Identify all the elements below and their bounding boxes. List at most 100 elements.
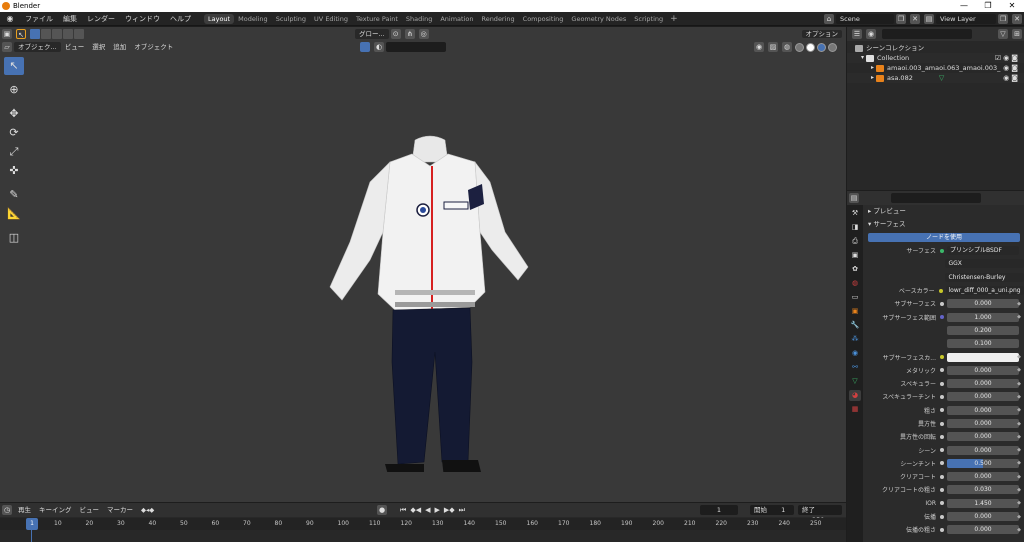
- timeline-menu-playback[interactable]: 再生: [14, 505, 35, 515]
- particles-tab-icon[interactable]: ⁂: [849, 334, 861, 345]
- tab-animation[interactable]: Animation: [436, 14, 477, 24]
- tab-layout[interactable]: Layout: [204, 13, 235, 24]
- rendered-shading-icon[interactable]: [828, 42, 837, 52]
- maximize-button[interactable]: ❐: [976, 0, 1000, 12]
- toggle-xray-icon[interactable]: ▨: [768, 42, 778, 52]
- view-layer-tab-icon[interactable]: ▣: [849, 250, 861, 261]
- pivot-icon[interactable]: ⊙: [390, 29, 401, 39]
- tab-uv-editing[interactable]: UV Editing: [310, 14, 352, 24]
- auto-key-icon[interactable]: ●: [377, 505, 387, 515]
- end-frame-field[interactable]: 終了 250: [798, 505, 842, 524]
- transmission-roughness-field[interactable]: 0.000: [947, 525, 1019, 535]
- timeline-menu-marker[interactable]: マーカー: [103, 505, 137, 515]
- collection-row[interactable]: ▾ Collection ☑◉◙: [847, 53, 1024, 63]
- scene-tab-icon[interactable]: ✿: [849, 264, 861, 275]
- collection-tab-icon[interactable]: ▭: [849, 292, 861, 303]
- distribution-dropdown[interactable]: GGX: [945, 259, 1024, 269]
- collection-visibility-icons[interactable]: ☑◉◙: [995, 53, 1020, 63]
- subsurface-method-dropdown[interactable]: Christensen-Burley: [945, 272, 1024, 282]
- tab-compositing[interactable]: Compositing: [519, 14, 568, 24]
- select-subtract-icon[interactable]: [52, 29, 62, 39]
- object-tab-icon[interactable]: ▣: [849, 306, 861, 317]
- prev-keyframe-icon[interactable]: ◆◀: [410, 505, 421, 515]
- overlay-icon[interactable]: ◐: [374, 42, 384, 52]
- sheen-tint-field[interactable]: 0.500: [947, 458, 1019, 468]
- wireframe-shading-icon[interactable]: [795, 42, 804, 52]
- data-tab-icon[interactable]: ▽: [849, 376, 861, 387]
- tab-geometry-nodes[interactable]: Geometry Nodes: [567, 14, 630, 24]
- keyframe-type-icon[interactable]: ◆◂◆: [137, 505, 158, 515]
- select-box-tool-icon[interactable]: ↖: [4, 57, 24, 75]
- display-mode-icon[interactable]: ◉: [866, 29, 876, 39]
- show-gizmo-icon[interactable]: [360, 42, 370, 52]
- subsurface-radius-y-field[interactable]: 0.200: [947, 325, 1019, 335]
- outliner-search-field[interactable]: [882, 29, 972, 39]
- select-new-icon[interactable]: [30, 29, 40, 39]
- blender-menu-icon[interactable]: ◉: [4, 14, 16, 24]
- surface-section-header[interactable]: ▾ サーフェス: [864, 218, 1024, 231]
- metallic-field[interactable]: 0.000: [947, 365, 1019, 375]
- menu-edit[interactable]: 編集: [58, 14, 82, 24]
- add-workspace-icon[interactable]: +: [667, 14, 681, 24]
- subsurface-radius-z-field[interactable]: 0.100: [947, 339, 1019, 349]
- transmission-field[interactable]: 0.000: [947, 512, 1019, 522]
- anisotropic-rotation-field[interactable]: 0.000: [947, 432, 1019, 442]
- outliner-editor-icon[interactable]: ☰: [852, 29, 862, 39]
- subsurface-color-swatch[interactable]: [947, 352, 1019, 362]
- scene-name-field[interactable]: Scene: [836, 14, 894, 24]
- anisotropic-field[interactable]: 0.000: [947, 419, 1019, 428]
- timeline-ruler[interactable]: 10 20 30 40 50 60 70 80 90 100 110 120 130 140 150 160 1…: [0, 518, 846, 530]
- constraints-tab-icon[interactable]: ⚯: [849, 362, 861, 373]
- editor-type-icon[interactable]: ▣: [2, 29, 12, 39]
- object-visibility-icons[interactable]: ◉◙: [1003, 73, 1020, 83]
- timeline-menu-keying[interactable]: キーイング: [35, 505, 76, 515]
- modifier-tab-icon[interactable]: 🔧: [849, 320, 861, 331]
- viewport-search-field[interactable]: [386, 42, 446, 52]
- scene-icon[interactable]: ⌂: [824, 14, 834, 24]
- close-button[interactable]: ✕: [1000, 0, 1024, 12]
- mode-icon[interactable]: ▱: [2, 42, 12, 52]
- next-keyframe-icon[interactable]: ▶◆: [444, 505, 455, 515]
- tab-modeling[interactable]: Modeling: [234, 14, 272, 24]
- object-mode-dropdown[interactable]: オブジェク...: [14, 42, 61, 52]
- menu-render[interactable]: レンダー: [82, 14, 120, 24]
- roughness-field[interactable]: 0.000: [947, 405, 1019, 415]
- minimize-button[interactable]: —: [952, 0, 976, 12]
- new-scene-icon[interactable]: ❐: [896, 14, 906, 24]
- options-dropdown[interactable]: オプション: [801, 30, 842, 38]
- transform-orientation-dropdown[interactable]: グロー...: [355, 29, 389, 39]
- add-cube-tool-icon[interactable]: ◫: [4, 229, 24, 247]
- properties-editor-icon[interactable]: ▤: [849, 193, 859, 203]
- clearcoat-field[interactable]: 0.000: [947, 472, 1019, 482]
- tab-rendering[interactable]: Rendering: [477, 14, 518, 24]
- transform-tool-icon[interactable]: ✜: [4, 162, 24, 180]
- menu-help[interactable]: ヘルプ: [165, 14, 196, 24]
- solid-shading-icon[interactable]: [806, 42, 815, 52]
- viewport-menu-view[interactable]: ビュー: [61, 42, 89, 52]
- delete-view-layer-icon[interactable]: ✕: [1012, 14, 1022, 24]
- subsurface-radius-x-field[interactable]: 1.000: [947, 312, 1019, 322]
- new-collection-icon[interactable]: ⊞: [1012, 29, 1022, 39]
- render-tab-icon[interactable]: ◨: [849, 222, 861, 233]
- base-color-texture-field[interactable]: lowr_diff_000_a_uni.png: [945, 286, 1024, 296]
- jump-end-icon[interactable]: ⏭: [459, 505, 465, 515]
- tool-tab-icon[interactable]: ⚒: [849, 208, 861, 219]
- cursor-tool-icon[interactable]: ⊕: [4, 81, 24, 99]
- jump-start-icon[interactable]: ⏮: [400, 505, 406, 515]
- viewport-menu-object[interactable]: オブジェクト: [130, 42, 177, 52]
- snap-icon[interactable]: ⋔: [404, 29, 415, 39]
- select-intersect-icon[interactable]: [74, 29, 84, 39]
- properties-search-field[interactable]: [891, 193, 981, 203]
- select-invert-icon[interactable]: [63, 29, 73, 39]
- current-frame-field[interactable]: 1: [700, 505, 738, 515]
- tab-scripting[interactable]: Scripting: [630, 14, 667, 24]
- tab-shading[interactable]: Shading: [402, 14, 436, 24]
- move-tool-icon[interactable]: ✥: [4, 105, 24, 123]
- viewport-menu-select[interactable]: 選択: [88, 42, 109, 52]
- new-view-layer-icon[interactable]: ❐: [998, 14, 1008, 24]
- timeline-editor-icon[interactable]: ◷: [2, 505, 12, 515]
- surface-shader-field[interactable]: プリンシプルBSDF: [947, 246, 1019, 256]
- annotate-tool-icon[interactable]: ✎: [4, 186, 24, 204]
- preview-section-header[interactable]: ▸ プレビュー: [864, 205, 1024, 218]
- delete-scene-icon[interactable]: ✕: [910, 14, 920, 24]
